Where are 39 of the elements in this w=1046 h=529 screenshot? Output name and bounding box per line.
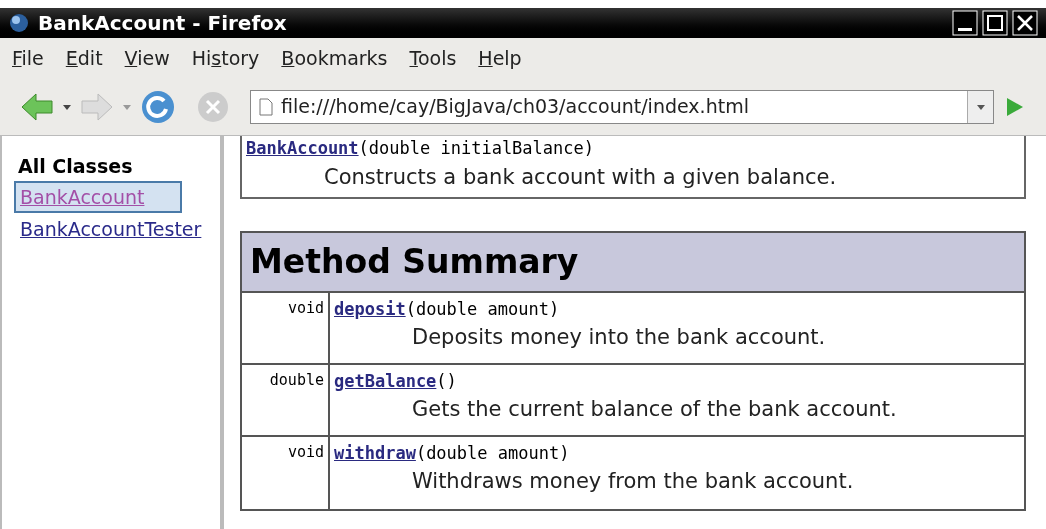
table-heading: Method Summary (242, 233, 1024, 293)
menu-item[interactable]: Bookmarks (281, 43, 388, 73)
menu-item[interactable]: View (124, 43, 170, 73)
menu-item[interactable]: History (191, 43, 260, 73)
globe-icon (8, 12, 30, 34)
constructor-link[interactable]: BankAccount (246, 138, 359, 158)
menu-item[interactable]: Help (478, 43, 522, 73)
caret-icon (975, 102, 986, 111)
address-field[interactable]: file:///home/cay/BigJava/ch03/account/index.html (250, 89, 994, 124)
list-heading: All Classes (18, 154, 134, 179)
return-type: void (242, 292, 330, 363)
method-link[interactable]: deposit (334, 298, 406, 319)
reload-icon[interactable] (140, 88, 176, 125)
window-title: BankAccount - Firefox (38, 10, 287, 37)
close-icon[interactable] (1012, 10, 1038, 36)
page-icon (259, 97, 273, 116)
return-type: double (242, 364, 330, 435)
method-params: (double amount) (405, 298, 560, 319)
dropdown-caret-icon[interactable] (62, 102, 72, 111)
maximize-icon[interactable] (982, 10, 1008, 36)
menu-item[interactable]: Edit (65, 43, 103, 73)
constructor-params: (double initialBalance) (358, 138, 594, 158)
address-text: file:///home/cay/BigJava/ch03/account/index.html (281, 94, 749, 120)
menu-item[interactable]: File (12, 43, 44, 73)
class-link[interactable]: BankAccount (14, 180, 183, 213)
method-link[interactable]: withdraw (334, 442, 416, 463)
minimize-icon[interactable] (952, 10, 978, 36)
dropdown-button[interactable] (967, 90, 993, 123)
method-description: Withdraws money from the bank account. (411, 468, 854, 495)
class-link[interactable]: BankAccountTester (14, 213, 240, 246)
method-description: Gets the current balance of the bank account. (411, 396, 897, 423)
method-link[interactable]: getBalance (334, 370, 437, 391)
back-icon[interactable] (20, 91, 54, 122)
menu-item[interactable]: Tools (409, 43, 457, 73)
return-type: void (242, 436, 330, 509)
constructor-description: Constructs a bank account with a given balance. (323, 163, 838, 191)
method-params: (double amount) (415, 442, 570, 463)
method-description: Deposits money into the bank account. (411, 324, 826, 351)
method-params: () (436, 370, 457, 391)
